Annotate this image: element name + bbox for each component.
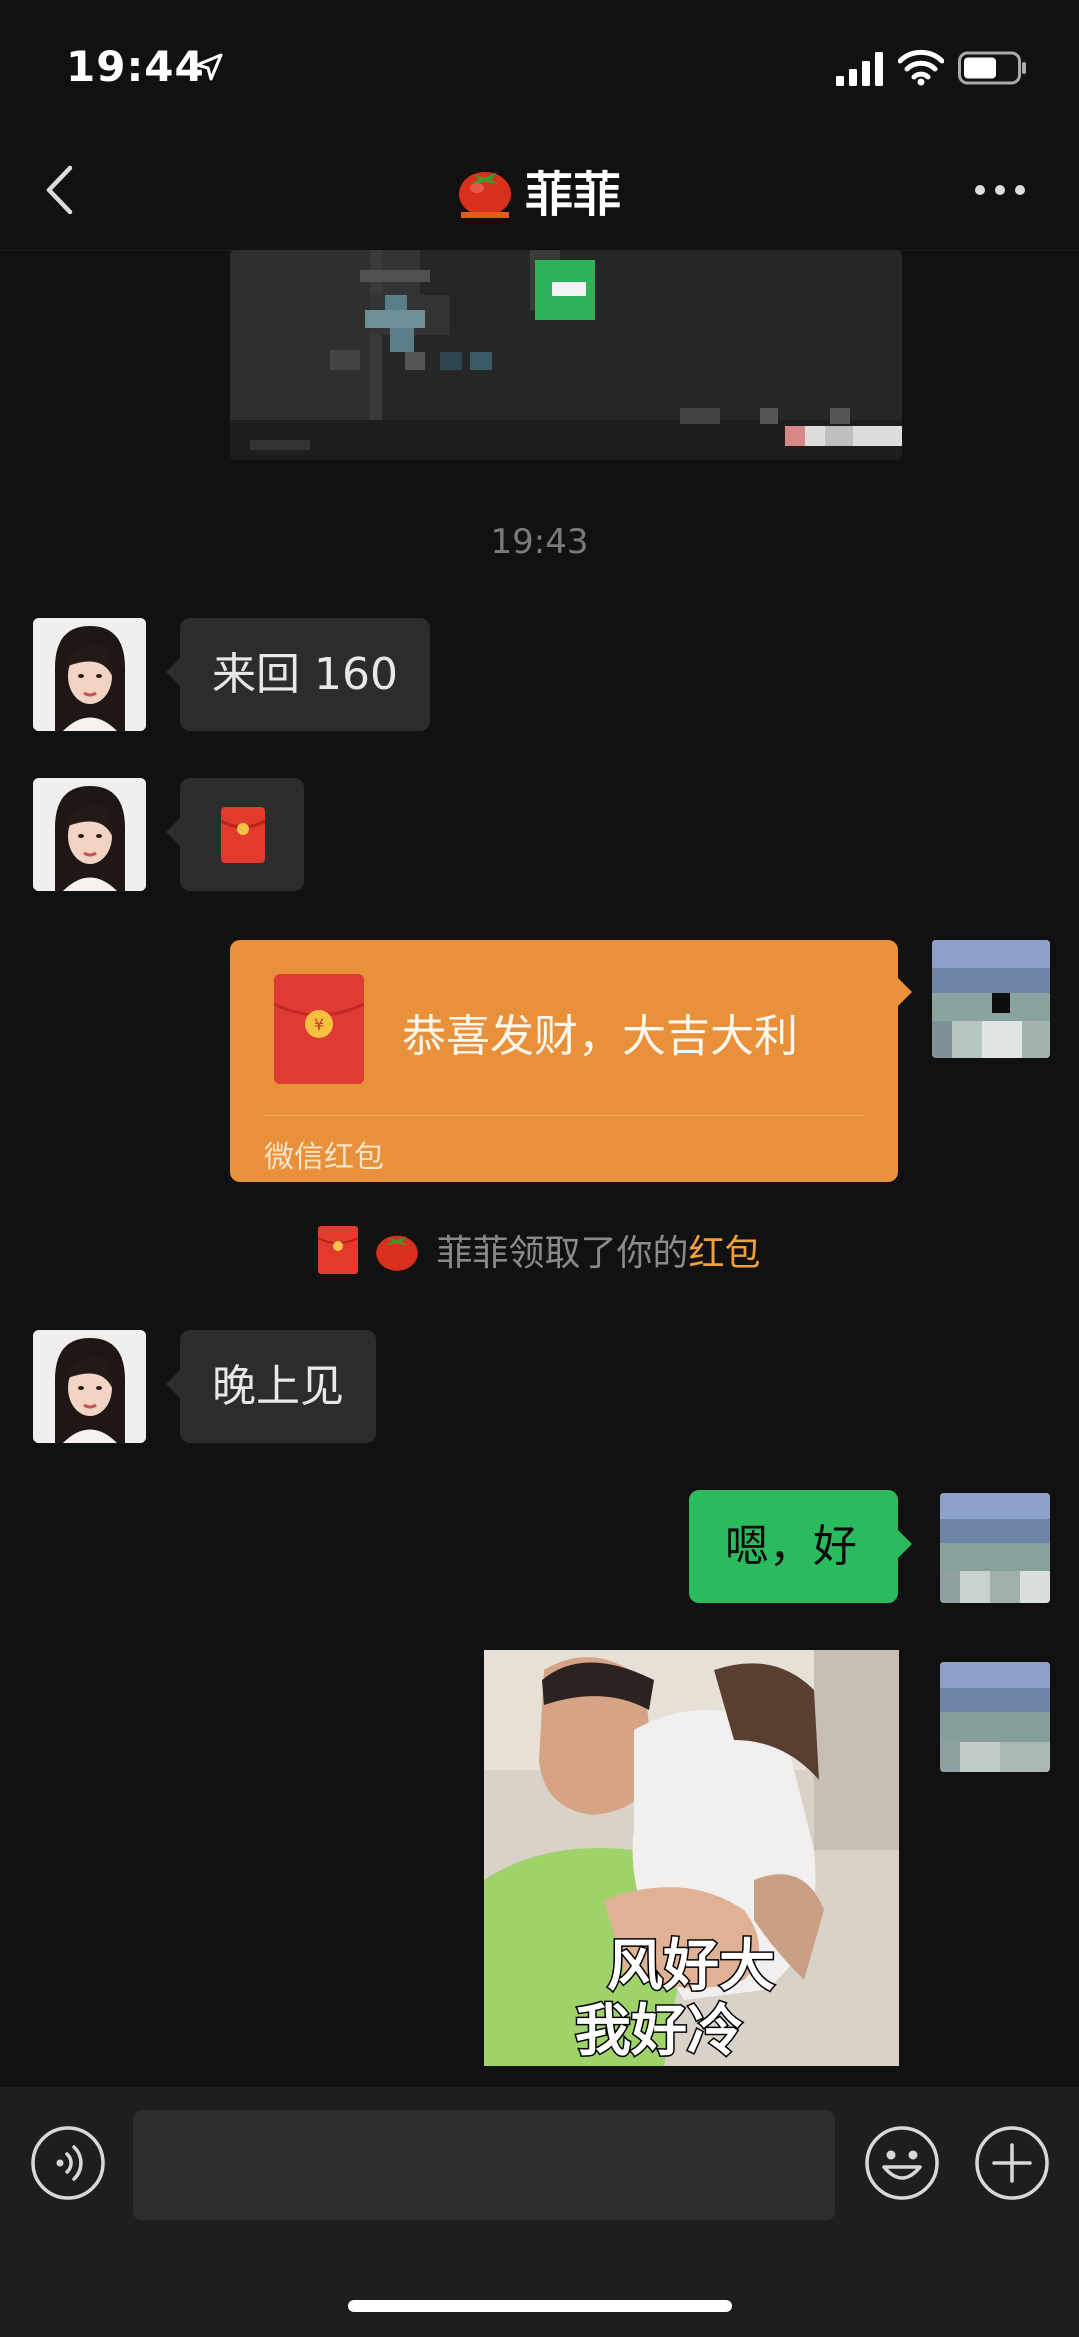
contact-avatar[interactable] [33, 778, 146, 891]
pixelated-avatar-image [940, 1662, 1050, 1772]
avatar-image [33, 618, 146, 731]
contact-avatar[interactable] [33, 1330, 146, 1443]
chat-title: 菲菲 [455, 160, 621, 223]
message-text: 嗯，好 [725, 1521, 857, 1572]
signal-icon [836, 52, 883, 86]
meme-image-message[interactable]: 风好大 我好冷 [484, 1650, 899, 2066]
status-time: 19:44 [66, 42, 205, 91]
pixelated-avatar-image [940, 1493, 1050, 1603]
ellipsis-icon[interactable] [972, 182, 1028, 198]
chat-title-text: 菲菲 [525, 167, 622, 223]
tomato-icon [459, 172, 511, 218]
plus-icon[interactable] [974, 2125, 1050, 2201]
avatar-image [33, 1330, 146, 1443]
red-envelope-icon [221, 807, 265, 863]
shared-card-message[interactable] [230, 250, 902, 460]
meme-caption-line1: 风好大 [607, 1934, 775, 1999]
red-packet-received-notice: 菲菲领取了你的红包 [0, 1222, 1079, 1278]
contact-avatar[interactable] [33, 618, 146, 731]
meme-image: 风好大 我好冷 [484, 1650, 899, 2066]
message-input[interactable] [133, 2110, 835, 2220]
incoming-message-bubble[interactable]: 晚上见 [166, 1330, 376, 1443]
my-avatar[interactable] [932, 940, 1050, 1058]
outgoing-message-bubble[interactable]: 嗯，好 [689, 1490, 912, 1603]
red-envelope-icon [318, 1226, 359, 1274]
tomato-icon [376, 1235, 419, 1271]
red-packet-footer: 微信红包 [264, 1140, 384, 1175]
timestamp: 19:43 [490, 522, 589, 562]
home-indicator [348, 2300, 732, 2312]
avatar-image [33, 778, 146, 891]
my-avatar[interactable] [940, 1493, 1050, 1603]
incoming-sticker-bubble[interactable] [166, 778, 304, 891]
red-envelope-icon: ¥ [274, 974, 364, 1084]
pixelated-card-image [230, 250, 902, 460]
notice-text: 菲菲领取了你的 [436, 1233, 689, 1274]
my-avatar[interactable] [940, 1662, 1050, 1772]
message-text: 晚上见 [212, 1361, 344, 1412]
location-arrow-icon [195, 53, 223, 81]
meme-caption-line2: 我好冷 [575, 1999, 743, 2064]
message-text: 来回 160 [212, 649, 398, 700]
wifi-icon [898, 49, 944, 86]
voice-icon[interactable] [30, 2125, 106, 2201]
red-packet-wish: 恭喜发财，大吉大利 [402, 1011, 798, 1062]
emoji-icon[interactable] [864, 2125, 940, 2201]
red-packet-link[interactable]: 红包 [689, 1233, 761, 1274]
pixelated-avatar-image [932, 940, 1050, 1058]
chevron-left-icon[interactable] [44, 164, 74, 216]
incoming-message-bubble[interactable]: 来回 160 [166, 618, 430, 731]
divider [264, 1115, 864, 1116]
red-packet-message[interactable]: ¥ 恭喜发财，大吉大利 微信红包 [230, 940, 912, 1182]
battery-icon [958, 51, 1026, 85]
svg-text:¥: ¥ [314, 1015, 324, 1034]
